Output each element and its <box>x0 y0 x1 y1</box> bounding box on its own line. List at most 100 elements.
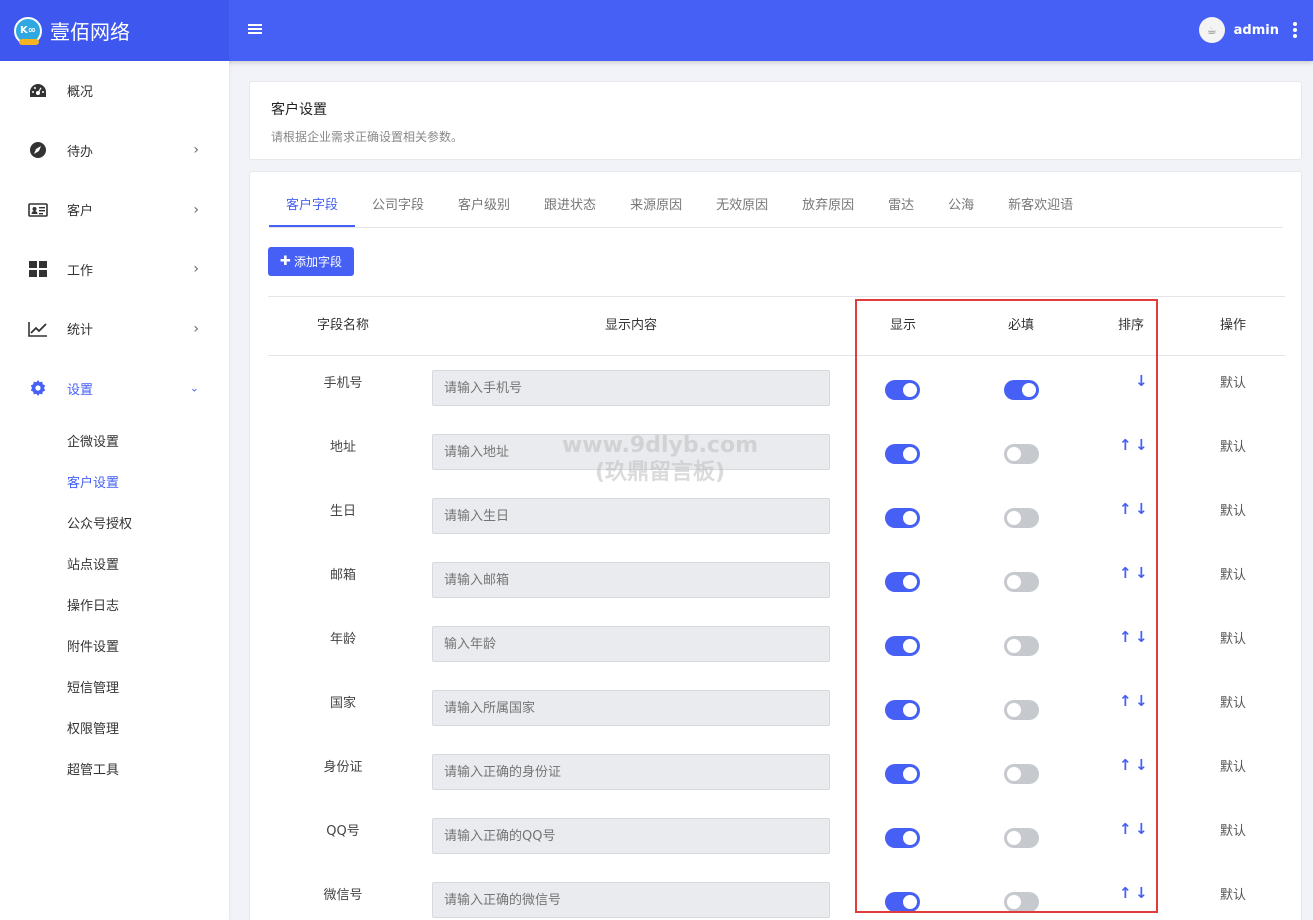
show-toggle[interactable] <box>885 892 920 912</box>
action-default[interactable]: 默认 <box>1203 372 1263 391</box>
field-content-input[interactable] <box>432 754 830 790</box>
show-toggle[interactable] <box>885 828 920 848</box>
required-toggle[interactable] <box>1004 572 1039 592</box>
move-down-icon[interactable]: ↓ <box>1135 820 1148 838</box>
move-down-icon[interactable]: ↓ <box>1135 436 1148 454</box>
sidebar-item-work[interactable]: 工作 › <box>0 240 229 300</box>
show-toggle[interactable] <box>885 636 920 656</box>
tab-invalid-reason[interactable]: 无效原因 <box>699 186 785 227</box>
submenu-item-sms[interactable]: 短信管理 <box>0 666 229 707</box>
brand-logo-icon: K∞ <box>14 16 42 45</box>
field-content-input[interactable] <box>432 626 830 662</box>
action-default[interactable]: 默认 <box>1203 820 1263 839</box>
field-name: 身份证 <box>323 760 363 775</box>
submenu-item-attachment[interactable]: 附件设置 <box>0 625 229 666</box>
move-down-icon[interactable]: ↓ <box>1135 564 1148 582</box>
id-card-icon <box>28 200 48 220</box>
submenu-item-admin-tools[interactable]: 超管工具 <box>0 748 229 789</box>
action-default[interactable]: 默认 <box>1203 884 1263 903</box>
required-toggle[interactable] <box>1004 828 1039 848</box>
field-content-input[interactable] <box>432 562 830 598</box>
show-toggle[interactable] <box>885 444 920 464</box>
move-down-icon[interactable]: ↓ <box>1135 628 1148 646</box>
show-toggle[interactable] <box>885 508 920 528</box>
avatar[interactable]: ☕ <box>1198 17 1225 43</box>
page-header-card: 客户设置 请根据企业需求正确设置相关参数。 <box>249 81 1302 160</box>
submenu-item-operation-log[interactable]: 操作日志 <box>0 584 229 625</box>
action-default[interactable]: 默认 <box>1203 628 1263 647</box>
required-toggle[interactable] <box>1004 764 1039 784</box>
show-toggle[interactable] <box>885 700 920 720</box>
field-content-input[interactable] <box>432 498 830 534</box>
move-down-icon[interactable]: ↓ <box>1135 756 1148 774</box>
table-row: 邮箱 ↑↓ 默认 <box>268 548 1285 612</box>
move-up-icon[interactable]: ↑ <box>1119 564 1132 582</box>
required-toggle[interactable] <box>1004 892 1039 912</box>
move-up-icon[interactable]: ↑ <box>1119 884 1132 902</box>
move-up-icon[interactable]: ↑ <box>1119 820 1132 838</box>
required-toggle[interactable] <box>1004 700 1039 720</box>
required-toggle[interactable] <box>1004 380 1039 400</box>
action-default[interactable]: 默认 <box>1203 500 1263 519</box>
show-toggle[interactable] <box>885 764 920 784</box>
move-down-icon[interactable]: ↓ <box>1135 692 1148 710</box>
sidebar-item-stats[interactable]: 统计 › <box>0 299 229 359</box>
tab-welcome-message[interactable]: 新客欢迎语 <box>991 186 1090 227</box>
add-field-button[interactable]: ✚ 添加字段 <box>268 247 354 276</box>
submenu-item-official-account[interactable]: 公众号授权 <box>0 502 229 543</box>
submenu-item-customer-settings[interactable]: 客户设置 <box>0 461 229 502</box>
table-body: 手机号↓默认地址↑↓默认生日↑↓默认邮箱↑↓默认年龄↑↓默认国家↑↓默认身份证↑… <box>268 356 1285 920</box>
action-default[interactable]: 默认 <box>1203 692 1263 711</box>
show-toggle[interactable] <box>885 572 920 592</box>
move-down-icon[interactable]: ↓ <box>1135 372 1148 390</box>
tab-company-fields[interactable]: 公司字段 <box>355 186 441 227</box>
action-default[interactable]: 默认 <box>1203 564 1263 583</box>
move-up-icon[interactable]: ↑ <box>1119 436 1132 454</box>
field-content-input[interactable] <box>432 370 830 406</box>
action-default[interactable]: 默认 <box>1203 436 1263 455</box>
sidebar-item-todo[interactable]: 待办 › <box>0 121 229 181</box>
tab-public-pool[interactable]: 公海 <box>931 186 991 227</box>
submenu-item-site-settings[interactable]: 站点设置 <box>0 543 229 584</box>
plus-icon: ✚ <box>280 254 291 269</box>
move-up-icon[interactable]: ↑ <box>1119 628 1132 646</box>
show-toggle[interactable] <box>885 380 920 400</box>
tab-customer-fields[interactable]: 客户字段 <box>269 186 356 227</box>
field-content-input[interactable] <box>432 690 830 726</box>
move-up-icon[interactable]: ↑ <box>1119 756 1132 774</box>
move-up-icon[interactable]: ↑ <box>1119 500 1132 518</box>
required-toggle[interactable] <box>1004 444 1039 464</box>
field-content-input[interactable] <box>432 818 830 854</box>
tab-abandon-reason[interactable]: 放弃原因 <box>785 186 871 227</box>
required-toggle[interactable] <box>1004 636 1039 656</box>
username[interactable]: admin <box>1234 23 1279 38</box>
action-default[interactable]: 默认 <box>1203 756 1263 775</box>
header-field-name: 字段名称 <box>316 318 369 333</box>
tab-radar[interactable]: 雷达 <box>871 186 931 227</box>
tab-source-reason[interactable]: 来源原因 <box>613 186 699 227</box>
sidebar-item-settings[interactable]: 设置 ⌄ <box>0 359 229 419</box>
sidebar-item-label: 工作 <box>67 263 94 279</box>
submenu-item-wecom[interactable]: 企微设置 <box>0 420 229 461</box>
user-area[interactable]: ☕ admin <box>1198 17 1297 43</box>
required-toggle[interactable] <box>1004 508 1039 528</box>
move-up-icon[interactable]: ↑ <box>1119 692 1132 710</box>
menu-toggle-icon[interactable] <box>248 24 262 36</box>
field-content-input[interactable] <box>432 434 830 470</box>
tab-follow-status[interactable]: 跟进状态 <box>527 186 613 227</box>
table-row: QQ号 ↑↓ 默认 <box>268 804 1285 868</box>
tab-customer-level[interactable]: 客户级别 <box>441 186 527 227</box>
field-content-input[interactable] <box>432 882 830 918</box>
table-row: 年龄 ↑↓ 默认 <box>268 612 1285 676</box>
fields-card: 客户字段 公司字段 客户级别 跟进状态 来源原因 无效原因 放弃原因 雷达 公海… <box>249 171 1302 920</box>
sidebar-item-overview[interactable]: 概况 <box>0 61 229 121</box>
chevron-right-icon: › <box>193 261 199 278</box>
move-down-icon[interactable]: ↓ <box>1135 884 1148 902</box>
brand[interactable]: K∞ 壹佰网络 <box>0 0 229 61</box>
submenu-item-permissions[interactable]: 权限管理 <box>0 707 229 748</box>
sidebar-item-customer[interactable]: 客户 › <box>0 180 229 240</box>
move-down-icon[interactable]: ↓ <box>1135 500 1148 518</box>
more-vertical-icon[interactable] <box>1293 21 1297 39</box>
chevron-right-icon: › <box>193 320 199 337</box>
table-header: 字段名称 显示内容 显示 必填 排序 操作 <box>268 296 1285 356</box>
